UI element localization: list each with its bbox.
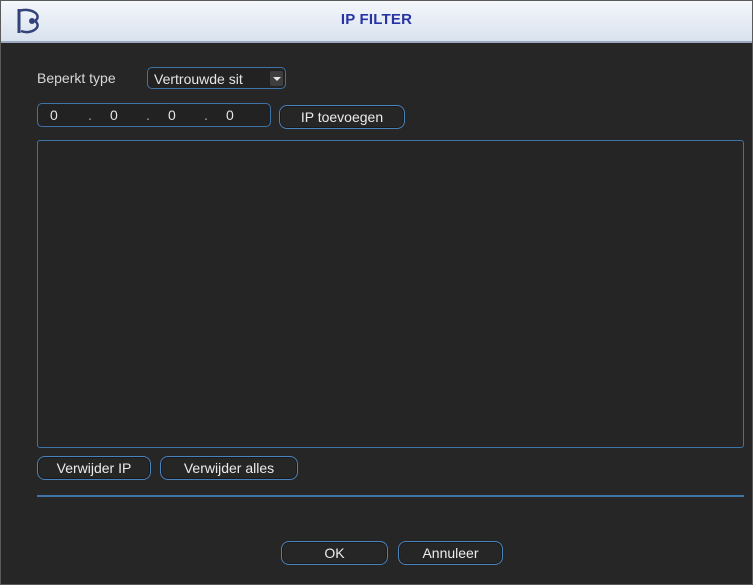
delete-ip-button[interactable]: Verwijder IP [37,456,151,480]
ip-octet-4[interactable]: 0 [226,107,234,123]
delete-all-button[interactable]: Verwijder alles [160,456,298,480]
ip-octet-1[interactable]: 0 [50,107,58,123]
cancel-button[interactable]: Annuleer [398,541,503,565]
ok-button[interactable]: OK [281,541,388,565]
ip-filter-dialog: IP FILTER Beperkt type Vertrouwde sit 0 … [0,0,753,585]
ip-address-input[interactable]: 0 . 0 . 0 . 0 [37,103,271,127]
ip-separator: . [88,107,92,123]
ip-separator: . [146,107,150,123]
dialog-title: IP FILTER [340,11,413,28]
restrict-type-select[interactable]: Vertrouwde sit [147,67,286,89]
divider [37,495,744,497]
add-ip-button[interactable]: IP toevoegen [279,105,405,129]
ip-separator: . [204,107,208,123]
title-bar: IP FILTER [1,1,752,43]
ip-list[interactable] [37,140,744,448]
ip-octet-3[interactable]: 0 [168,107,176,123]
ip-octet-2[interactable]: 0 [110,107,118,123]
chevron-down-icon[interactable] [270,71,283,86]
restrict-type-label: Beperkt type [37,70,116,86]
restrict-type-value: Vertrouwde sit [154,71,243,87]
